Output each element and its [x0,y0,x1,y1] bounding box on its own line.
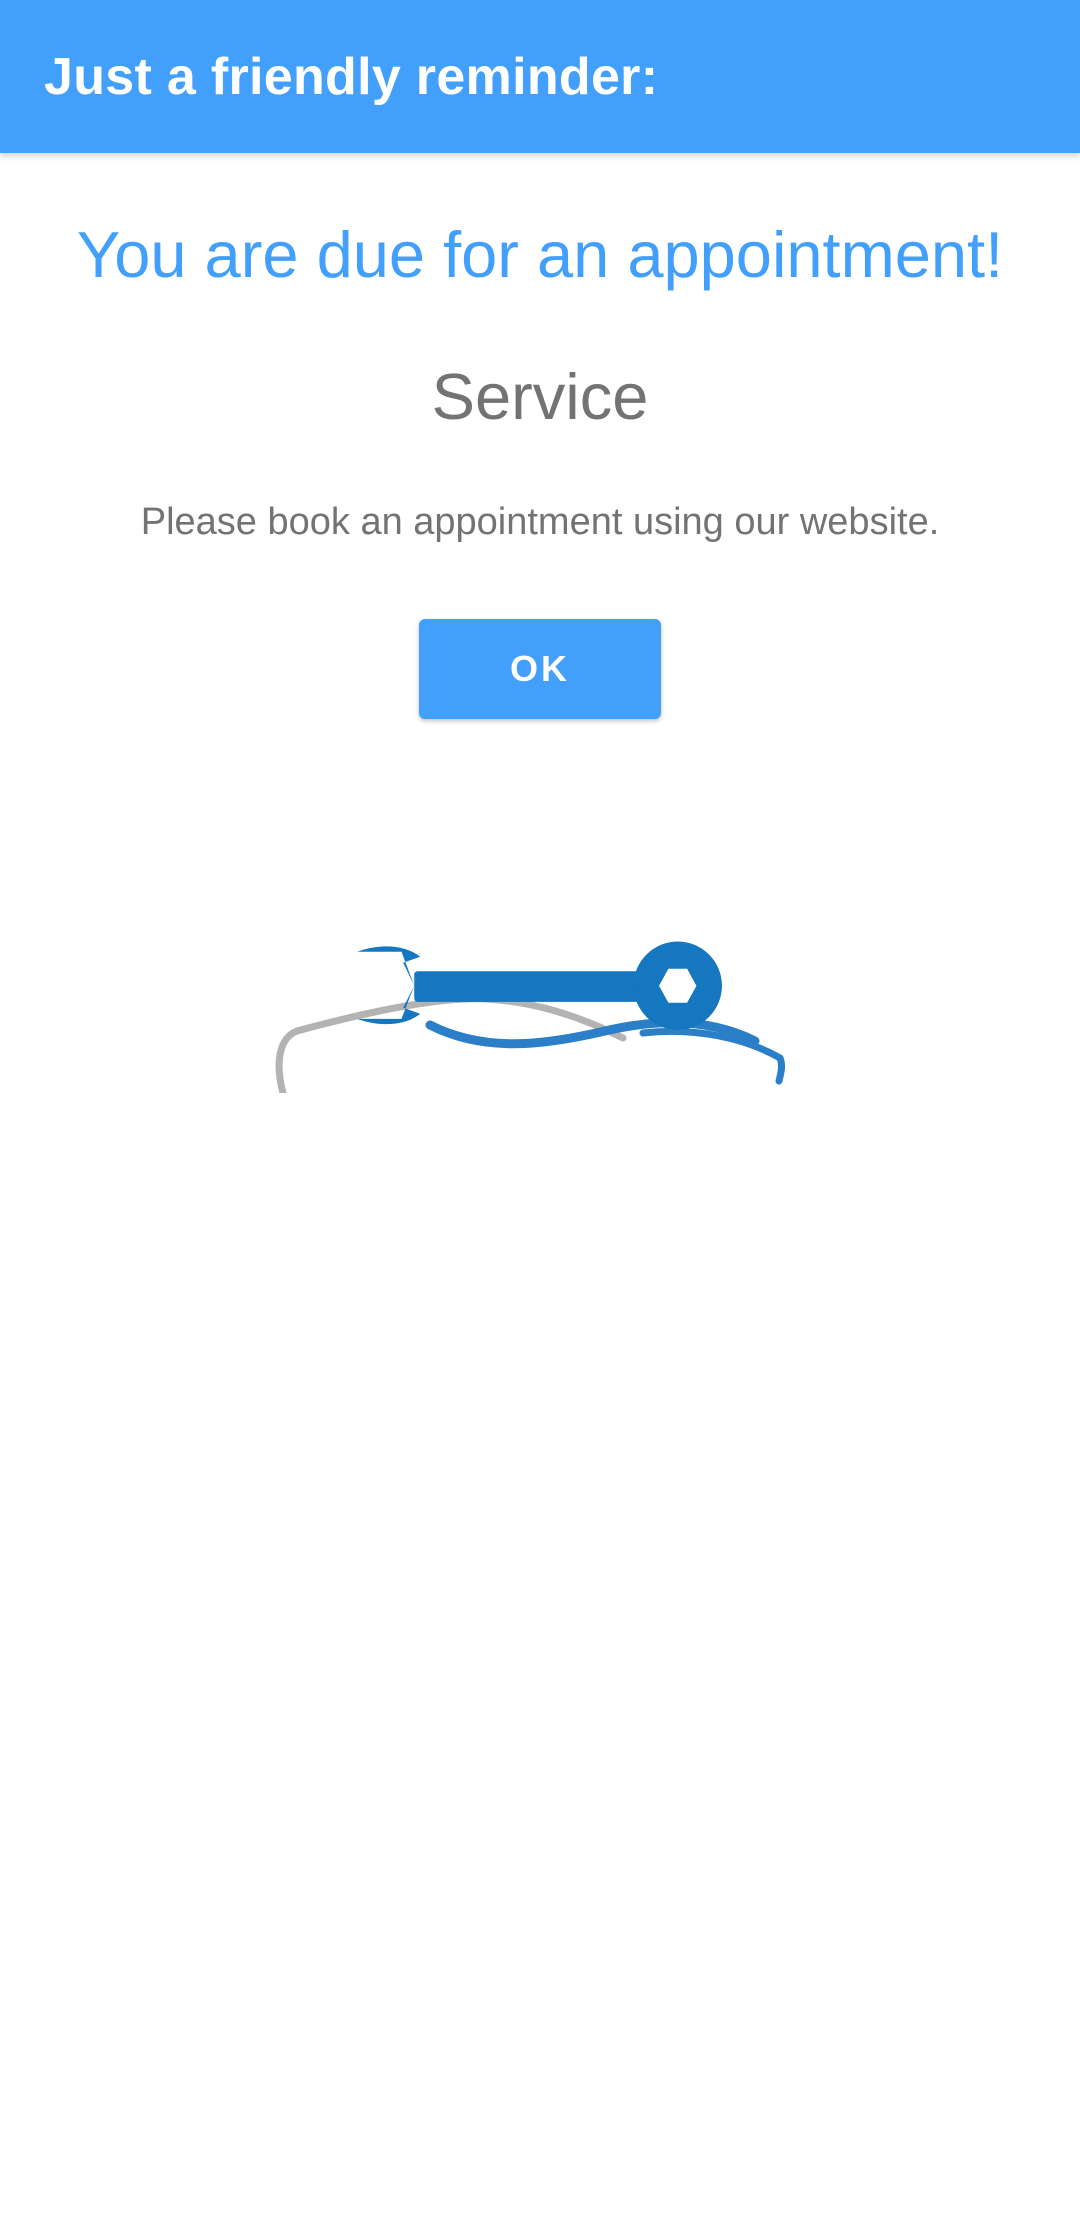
service-name: Service [431,360,649,433]
app-bar: Just a friendly reminder: [0,0,1080,153]
reminder-headline: You are due for an appointment! [76,218,1004,291]
car-outline [275,995,627,1093]
car-wrench-logo-icon [275,941,786,1093]
car-accent-lower [639,1027,786,1085]
ok-button[interactable]: OK [419,619,661,719]
app-bar-title: Just a friendly reminder: [44,47,659,106]
reminder-content: You are due for an appointment! Service … [0,153,1080,2220]
booking-instruction: Please book an appointment using our web… [140,501,940,543]
